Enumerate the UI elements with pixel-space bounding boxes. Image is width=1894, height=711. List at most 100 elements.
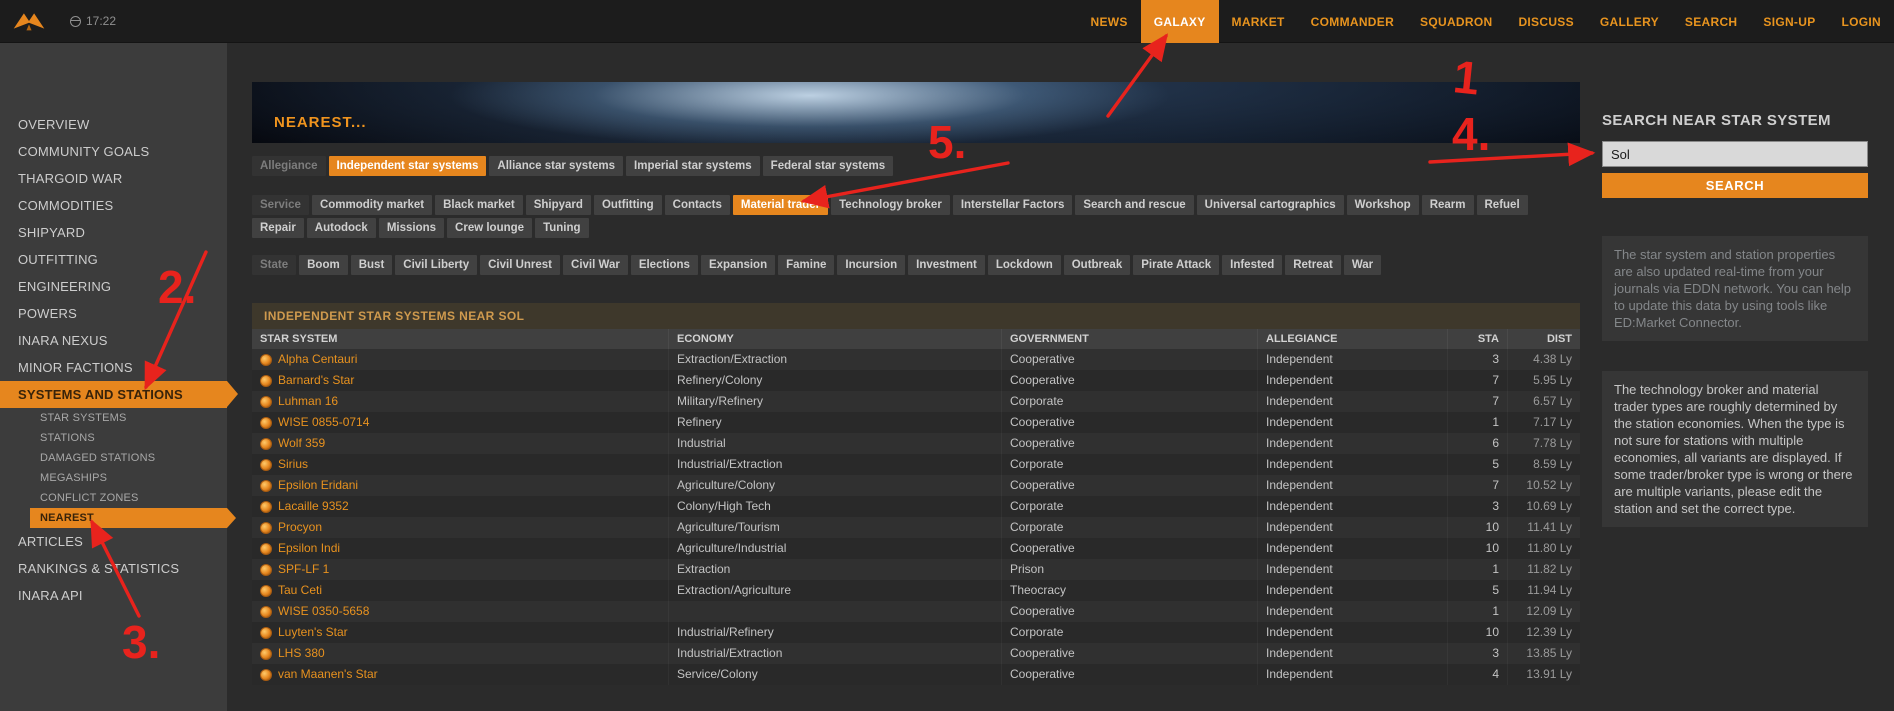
sidebar-item[interactable]: CONFLICT ZONES — [0, 488, 227, 508]
topnav-item[interactable]: GALLERY — [1587, 0, 1672, 43]
sidebar-item[interactable]: DAMAGED STATIONS — [0, 448, 227, 468]
star-system-link[interactable]: Alpha Centauri — [252, 349, 668, 370]
star-system-name[interactable]: Tau Ceti — [278, 582, 322, 599]
service-filter-button[interactable]: Interstellar Factors — [952, 195, 1073, 215]
star-system-name[interactable]: Barnard's Star — [278, 372, 354, 389]
service-filter-button[interactable]: Commodity market — [311, 195, 433, 215]
state-filter-button[interactable]: Civil Unrest — [480, 255, 561, 275]
star-system-link[interactable]: LHS 380 — [252, 643, 668, 664]
state-filter-button[interactable]: Bust — [350, 255, 393, 275]
allegiance-filter-button[interactable]: Federal star systems — [762, 156, 894, 176]
sidebar-item[interactable]: OUTFITTING — [0, 246, 227, 273]
service-filter-button[interactable]: Refuel — [1476, 195, 1528, 215]
star-system-search-input[interactable] — [1602, 141, 1868, 167]
service-filter-button[interactable]: Universal cartographics — [1196, 195, 1344, 215]
service-filter-button[interactable]: Crew lounge — [447, 218, 533, 238]
allegiance-filter-button[interactable]: Independent star systems — [328, 156, 487, 176]
sidebar-item[interactable]: RANKINGS & STATISTICS — [0, 555, 227, 582]
star-system-link[interactable]: WISE 0350-5658 — [252, 601, 668, 622]
topnav-item[interactable]: COMMANDER — [1298, 0, 1407, 43]
column-header-dist[interactable]: DIST — [1507, 329, 1580, 349]
sidebar-item[interactable]: COMMODITIES — [0, 192, 227, 219]
service-filter-button[interactable]: Repair — [252, 218, 304, 238]
state-filter-button[interactable]: Famine — [778, 255, 835, 275]
star-system-name[interactable]: Wolf 359 — [278, 435, 325, 452]
topnav-item[interactable]: DISCUSS — [1505, 0, 1586, 43]
service-filter-button[interactable]: Shipyard — [525, 195, 591, 215]
column-header-sta[interactable]: STA — [1447, 329, 1507, 349]
star-system-name[interactable]: Lacaille 9352 — [278, 498, 349, 515]
star-system-link[interactable]: Barnard's Star — [252, 370, 668, 391]
service-filter-button[interactable]: Search and rescue — [1075, 195, 1194, 215]
star-system-link[interactable]: WISE 0855-0714 — [252, 412, 668, 433]
star-system-link[interactable]: Lacaille 9352 — [252, 496, 668, 517]
sidebar-item[interactable]: SHIPYARD — [0, 219, 227, 246]
service-filter-button[interactable]: Missions — [378, 218, 445, 238]
state-filter-button[interactable]: Incursion — [837, 255, 906, 275]
state-filter-button[interactable]: Infested — [1222, 255, 1283, 275]
state-filter-button[interactable]: Retreat — [1285, 255, 1341, 275]
topnav-item[interactable]: SQUADRON — [1407, 0, 1505, 43]
topnav-item[interactable]: GALAXY — [1140, 0, 1219, 43]
star-system-name[interactable]: van Maanen's Star — [278, 666, 378, 683]
topnav-item[interactable]: MARKET — [1219, 0, 1298, 43]
sidebar-item[interactable]: COMMUNITY GOALS — [0, 138, 227, 165]
service-filter-button[interactable]: Contacts — [664, 195, 730, 215]
star-system-link[interactable]: Luhman 16 — [252, 391, 668, 412]
sidebar-item[interactable]: MINOR FACTIONS — [0, 354, 227, 381]
search-button[interactable]: SEARCH — [1602, 173, 1868, 198]
state-filter-button[interactable]: Civil Liberty — [395, 255, 478, 275]
allegiance-filter-button[interactable]: Imperial star systems — [626, 156, 760, 176]
state-filter-button[interactable]: Civil War — [563, 255, 628, 275]
star-system-name[interactable]: Luyten's Star — [278, 624, 348, 641]
star-system-link[interactable]: Sirius — [252, 454, 668, 475]
star-system-name[interactable]: Epsilon Eridani — [278, 477, 358, 494]
sidebar-item[interactable]: POWERS — [0, 300, 227, 327]
sidebar-item[interactable]: INARA NEXUS — [0, 327, 227, 354]
service-filter-button[interactable]: Workshop — [1346, 195, 1419, 215]
sidebar-item[interactable]: THARGOID WAR — [0, 165, 227, 192]
column-header-star-system[interactable]: STAR SYSTEM — [252, 329, 668, 349]
star-system-name[interactable]: Procyon — [278, 519, 322, 536]
state-filter-button[interactable]: War — [1343, 255, 1382, 275]
sidebar-item[interactable]: OVERVIEW — [0, 111, 227, 138]
star-system-link[interactable]: SPF-LF 1 — [252, 559, 668, 580]
sidebar-item[interactable]: ARTICLES — [0, 528, 227, 555]
topnav-item[interactable]: NEWS — [1078, 0, 1141, 43]
topnav-item[interactable]: SEARCH — [1672, 0, 1750, 43]
allegiance-filter-button[interactable]: Alliance star systems — [489, 156, 624, 176]
topnav-item[interactable]: LOGIN — [1829, 0, 1894, 43]
sidebar-item[interactable]: SYSTEMS AND STATIONS — [0, 381, 238, 408]
inara-logo-icon[interactable] — [12, 8, 46, 34]
star-system-name[interactable]: Epsilon Indi — [278, 540, 340, 557]
star-system-name[interactable]: WISE 0350-5658 — [278, 603, 369, 620]
sidebar-item[interactable]: STATIONS — [0, 428, 227, 448]
state-filter-button[interactable]: Expansion — [700, 255, 776, 275]
sidebar-item[interactable]: STAR SYSTEMS — [0, 408, 227, 428]
star-system-name[interactable]: WISE 0855-0714 — [278, 414, 369, 431]
service-filter-button[interactable]: Tuning — [535, 218, 589, 238]
star-system-link[interactable]: Procyon — [252, 517, 668, 538]
service-filter-button[interactable]: Technology broker — [831, 195, 950, 215]
star-system-name[interactable]: LHS 380 — [278, 645, 325, 662]
state-filter-button[interactable]: Elections — [630, 255, 698, 275]
state-filter-button[interactable]: Pirate Attack — [1133, 255, 1220, 275]
column-header-government[interactable]: GOVERNMENT — [1001, 329, 1257, 349]
column-header-economy[interactable]: ECONOMY — [668, 329, 1001, 349]
star-system-link[interactable]: van Maanen's Star — [252, 664, 668, 685]
star-system-link[interactable]: Epsilon Eridani — [252, 475, 668, 496]
sidebar-item[interactable]: MEGASHIPS — [0, 468, 227, 488]
state-filter-button[interactable]: Investment — [908, 255, 985, 275]
state-filter-button[interactable]: Outbreak — [1063, 255, 1131, 275]
service-filter-button[interactable]: Material trader — [732, 195, 829, 215]
topnav-item[interactable]: SIGN-UP — [1750, 0, 1828, 43]
sidebar-item[interactable]: INARA API — [0, 582, 227, 609]
star-system-name[interactable]: SPF-LF 1 — [278, 561, 329, 578]
star-system-link[interactable]: Tau Ceti — [252, 580, 668, 601]
star-system-link[interactable]: Luyten's Star — [252, 622, 668, 643]
star-system-link[interactable]: Epsilon Indi — [252, 538, 668, 559]
state-filter-button[interactable]: Lockdown — [987, 255, 1061, 275]
column-header-allegiance[interactable]: ALLEGIANCE — [1257, 329, 1447, 349]
state-filter-button[interactable]: Boom — [299, 255, 348, 275]
service-filter-button[interactable]: Outfitting — [593, 195, 662, 215]
